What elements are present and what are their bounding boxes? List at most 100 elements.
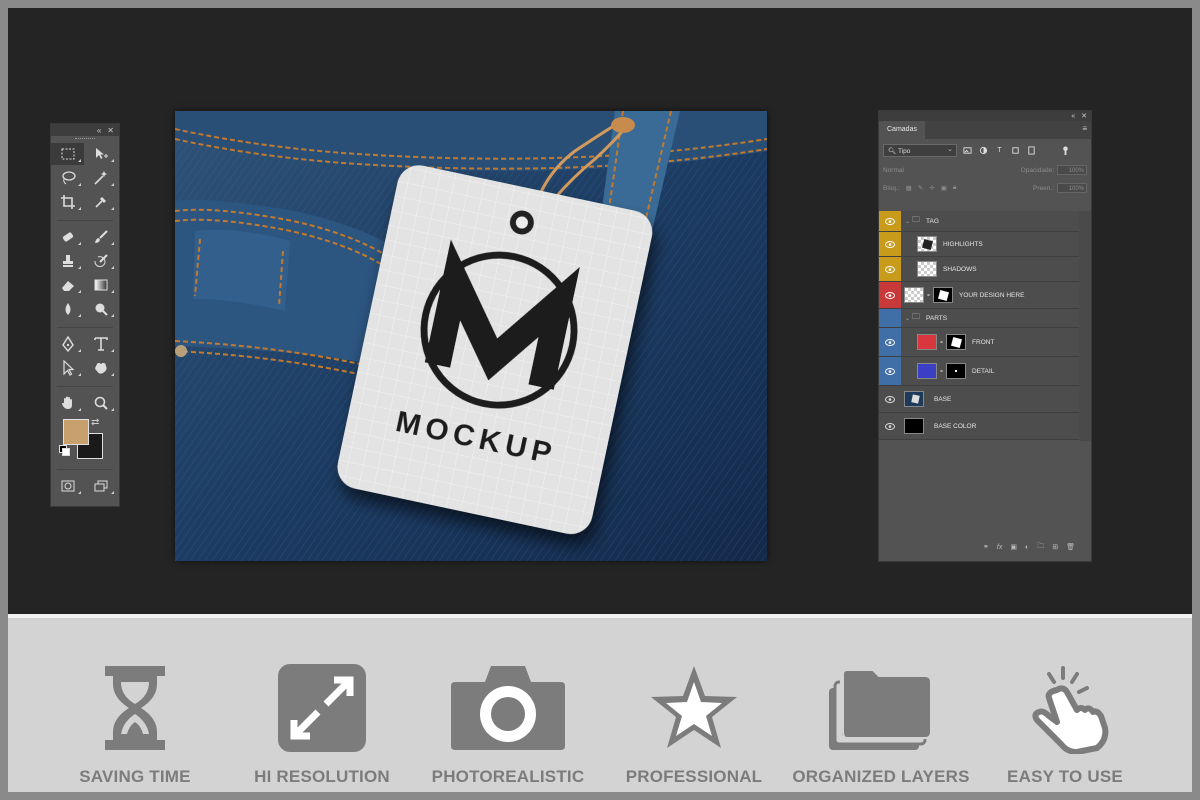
layer-row-base-color[interactable]: BASE COLOR [879,413,1081,440]
dodge-tool[interactable] [84,298,117,320]
group-expand-icon[interactable]: ⌄ [905,315,910,322]
filter-pixel-icon[interactable] [962,145,973,156]
link-icon[interactable]: ⚭ [926,292,931,299]
color-swatches: ⇄ [51,415,119,463]
layer-list: ⌄ 🗀︎ TAG HIGHLIGHTS SHADOWS ⚭ YOUR DESIG… [879,211,1081,440]
layers-panel-titlebar: « ✕ [879,111,1091,121]
visibility-toggle[interactable] [879,413,901,439]
close-icon[interactable]: ✕ [107,126,114,135]
filter-toggle-icon[interactable] [1060,145,1071,156]
visibility-toggle[interactable] [879,309,901,327]
adjustment-layer-icon[interactable]: ◐ [1025,544,1029,551]
history-brush-tool[interactable] [84,250,117,272]
collapse-icon[interactable]: « [1071,113,1075,120]
layer-name: FRONT [972,338,995,346]
magic-wand-tool[interactable] [84,167,117,189]
filter-shape-icon[interactable] [1010,145,1021,156]
move-tool[interactable] [84,143,117,165]
collapse-icon[interactable]: « [97,126,101,135]
layer-row-tag[interactable]: ⌄ 🗀︎ TAG [879,211,1081,232]
visibility-toggle[interactable] [879,282,901,308]
layer-row-shadows[interactable]: SHADOWS [879,257,1081,282]
eye-icon [885,338,895,346]
layer-row-your-design-here[interactable]: ⚭ YOUR DESIGN HERE [879,282,1081,309]
shape-icon [94,362,107,374]
trash-icon[interactable]: 🗑︎ [1066,543,1075,551]
opacity-field[interactable]: 100% [1057,165,1087,175]
custom-shape-tool[interactable] [84,357,117,379]
group-expand-icon[interactable]: ⌄ [905,218,910,225]
filter-kind-select[interactable]: 🔍︎ Tipo [883,143,957,157]
layers-icon [829,669,932,750]
type-tool[interactable] [84,333,117,355]
fill-field[interactable]: 100% [1057,183,1087,193]
lock-artboard-icon[interactable]: ▣ [941,184,947,192]
zoom-tool[interactable] [84,392,117,414]
crop-tool[interactable] [51,191,84,213]
gradient-tool[interactable] [84,274,117,296]
filter-adjustment-icon[interactable] [978,145,989,156]
visibility-toggle[interactable] [879,257,901,281]
filter-smart-object-icon[interactable] [1026,145,1037,156]
brush-tool[interactable] [84,226,117,248]
layer-row-parts[interactable]: ⌄ 🗀︎ PARTS [879,309,1081,328]
fx-icon[interactable]: fx [997,544,1002,551]
quick-mask-button[interactable] [51,475,84,497]
layers-panel-tabs: Camadas ≡ [879,121,1091,139]
lock-position-icon[interactable]: ✛ [929,184,934,192]
marquee-tool[interactable] [51,143,84,165]
hand-tool[interactable] [51,392,84,414]
layer-row-highlights[interactable]: HIGHLIGHTS [879,232,1081,257]
opacity-label: Opacidade: [1020,166,1054,174]
document-canvas[interactable]: MOCKUP [175,111,767,561]
filter-kind-value: Tipo [897,147,911,155]
arrow-icon [62,360,75,376]
eyedropper-tool[interactable] [84,191,117,213]
eye-icon [885,422,895,430]
feature-label: PHOTOREALISTIC [431,767,585,786]
lock-transparent-icon[interactable]: ▦ [906,184,912,192]
layer-row-detail[interactable]: ⚭ DETAIL [879,357,1081,386]
type-icon [93,337,108,351]
path-selection-tool[interactable] [51,357,84,379]
foreground-color-swatch[interactable] [63,419,89,445]
lock-pixels-icon[interactable]: ✎ [918,184,923,192]
quick-mask-icon [61,480,74,492]
blend-mode-select[interactable]: Normal [883,167,904,174]
lasso-icon [61,171,76,185]
default-colors-icon[interactable] [59,445,70,456]
visibility-toggle[interactable] [879,357,901,385]
new-group-icon[interactable]: 🗀︎ [1037,542,1044,553]
layer-row-front[interactable]: ⚭ FRONT [879,328,1081,357]
visibility-toggle[interactable] [879,386,901,412]
lock-all-icon[interactable]: 🔒︎ [953,184,956,192]
swap-colors-icon[interactable]: ⇄ [91,417,99,428]
layer-row-base[interactable]: BASE [879,386,1081,413]
magic-wand-icon [93,171,107,185]
visibility-toggle[interactable] [879,211,901,231]
link-icon[interactable]: ⚭ [939,339,944,346]
visibility-toggle[interactable] [879,232,901,256]
new-layer-icon[interactable]: ⊞ [1052,543,1058,551]
layer-name: BASE COLOR [934,422,977,430]
link-layers-icon[interactable]: ⚭ [983,543,989,551]
clone-stamp-tool[interactable] [51,250,84,272]
lasso-tool[interactable] [51,167,84,189]
close-icon[interactable]: ✕ [1081,112,1087,120]
pen-tool[interactable] [51,333,84,355]
blur-tool[interactable] [51,298,84,320]
tab-layers[interactable]: Camadas [879,121,925,139]
link-icon[interactable]: ⚭ [939,368,944,375]
fill-label: Preen.: [1033,184,1054,192]
screen-mode-button[interactable] [84,475,117,497]
panel-menu-icon[interactable]: ≡ [1082,124,1087,133]
filter-type-icon[interactable]: T [994,145,1005,156]
folder-icon: 🗀︎ [912,312,921,321]
add-mask-icon[interactable]: ▣ [1010,543,1017,551]
healing-brush-tool[interactable] [51,226,84,248]
eraser-tool[interactable] [51,274,84,296]
feature-label: PROFESSIONAL [625,767,763,786]
visibility-toggle[interactable] [879,328,901,356]
layer-list-scrollbar[interactable] [1079,211,1091,441]
bandage-icon [62,232,73,242]
